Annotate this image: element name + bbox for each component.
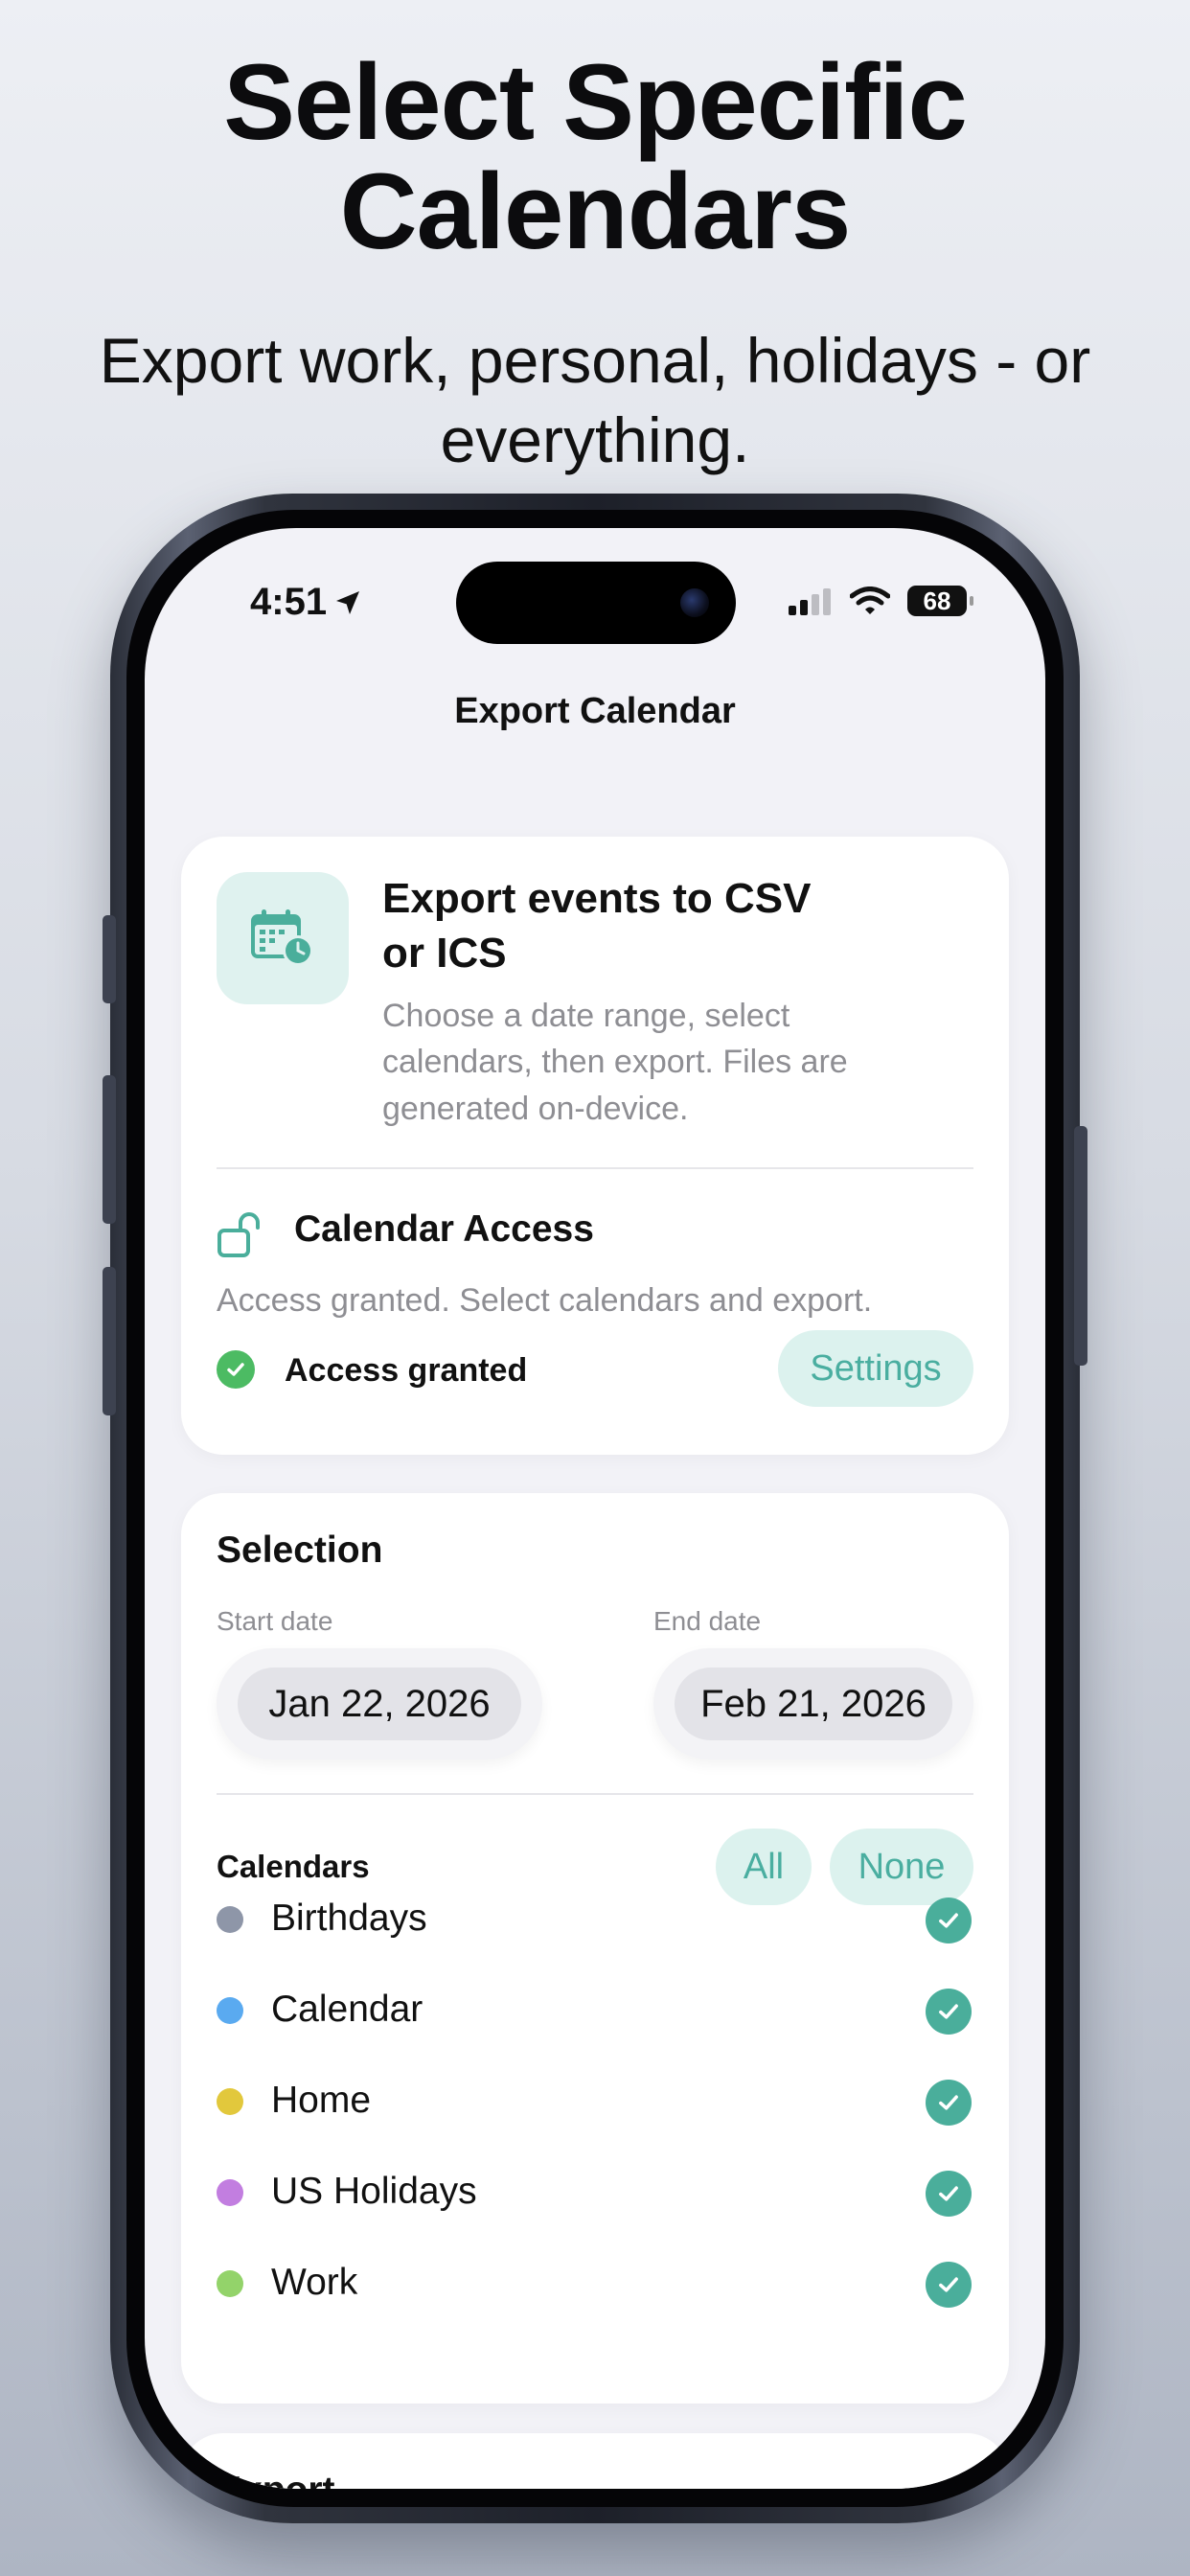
hero-title: Export events to CSV or ICS [382, 871, 881, 980]
calendar-row[interactable]: Work [217, 2250, 973, 2317]
volume-up-button [103, 1075, 116, 1224]
calendar-color-dot [217, 1906, 243, 1933]
export-title: Export [217, 2470, 335, 2489]
cellular-signal-icon [789, 588, 831, 615]
calendar-clock-icon [251, 909, 313, 966]
selection-title: Selection [217, 1530, 383, 1571]
access-status-label: Access granted [285, 1352, 528, 1389]
checkmark-icon [939, 2277, 958, 2292]
calendar-checked-icon[interactable] [926, 1989, 972, 2035]
calendar-row[interactable]: Calendar [217, 1977, 973, 2044]
checkmark-icon [939, 2095, 958, 2110]
hero-desc-line-2: calendars, then export. Files are [382, 1044, 848, 1081]
battery-indicator: 68 [907, 586, 973, 616]
checkmark-icon [227, 1363, 244, 1376]
calendar-color-dot [217, 2088, 243, 2115]
checkmark-icon [939, 1913, 958, 1928]
access-granted-icon [217, 1350, 255, 1389]
status-time-text: 4:51 [250, 581, 328, 623]
calendar-color-dot [217, 2270, 243, 2297]
volume-down-button [103, 1267, 116, 1415]
calendar-row[interactable]: Birthdays [217, 1886, 973, 1953]
nav-title: Export Calendar [454, 691, 736, 731]
headline-line-2: Calendars [339, 151, 852, 272]
end-date-value[interactable]: Feb 21, 2026 [675, 1668, 952, 1740]
app-icon-tile [217, 872, 349, 1004]
calendar-row[interactable]: Home [217, 2068, 973, 2135]
export-card: Export [181, 2433, 1009, 2489]
calendar-name: Birthdays [271, 1898, 427, 1939]
calendars-label: Calendars [217, 1849, 370, 1884]
battery-level: 68 [923, 586, 951, 615]
status-indicators: 68 [789, 586, 973, 616]
end-date-label: End date [653, 1606, 762, 1636]
subline-line-1: Export work, personal, holidays - or [99, 325, 1091, 396]
subline-line-2: everything. [440, 403, 750, 475]
calendar-name: Home [271, 2080, 372, 2121]
settings-button[interactable]: Settings [778, 1330, 973, 1407]
calendar-name: US Holidays [271, 2171, 477, 2212]
unlock-icon [217, 1212, 260, 1257]
action-button [103, 915, 116, 1003]
card-divider [217, 1167, 973, 1169]
hero-title-line-2: or ICS [382, 930, 507, 978]
power-button [1074, 1126, 1087, 1366]
checkmark-icon [939, 2004, 958, 2019]
start-date-label: Start date [217, 1606, 333, 1636]
intro-card: Export events to CSV or ICS Choose a dat… [181, 837, 1009, 1455]
start-date-value[interactable]: Jan 22, 2026 [238, 1668, 521, 1740]
location-arrow-icon [336, 590, 360, 614]
calendar-checked-icon[interactable] [926, 1898, 972, 1944]
end-date-picker[interactable]: Feb 21, 2026 [653, 1648, 973, 1760]
calendar-name: Work [271, 2262, 358, 2303]
calendar-color-dot [217, 2179, 243, 2206]
access-description: Access granted. Select calendars and exp… [217, 1282, 873, 1319]
wifi-icon [850, 586, 890, 614]
status-time: 4:51 [250, 581, 363, 624]
selection-divider [217, 1793, 973, 1795]
calendar-row[interactable]: US Holidays [217, 2159, 973, 2226]
hero-desc-line-3: generated on-device. [382, 1090, 689, 1127]
start-date-picker[interactable]: Jan 22, 2026 [217, 1648, 542, 1760]
checkmark-icon [939, 2186, 958, 2201]
marketing-headline: Select Specific Calendars [0, 42, 1190, 272]
calendar-checked-icon[interactable] [926, 2080, 972, 2126]
front-camera [680, 588, 709, 617]
selection-card: Selection Start date End date Jan 22, 20… [181, 1493, 1009, 2404]
marketing-subline: Export work, personal, holidays - or eve… [0, 321, 1190, 479]
calendar-checked-icon[interactable] [926, 2171, 972, 2217]
phone-screen: 4:51 68 Export Calendar Export events to… [145, 528, 1045, 2489]
access-title: Calendar Access [294, 1208, 594, 1250]
dynamic-island [456, 562, 736, 644]
hero-desc-line-1: Choose a date range, select [382, 998, 790, 1034]
calendar-name: Calendar [271, 1989, 423, 2030]
calendar-checked-icon[interactable] [926, 2262, 972, 2308]
hero-title-line-1: Export events to CSV [382, 875, 812, 922]
calendar-color-dot [217, 1997, 243, 2024]
hero-description: Choose a date range, select calendars, t… [382, 993, 919, 1132]
headline-line-1: Select Specific [223, 42, 968, 162]
